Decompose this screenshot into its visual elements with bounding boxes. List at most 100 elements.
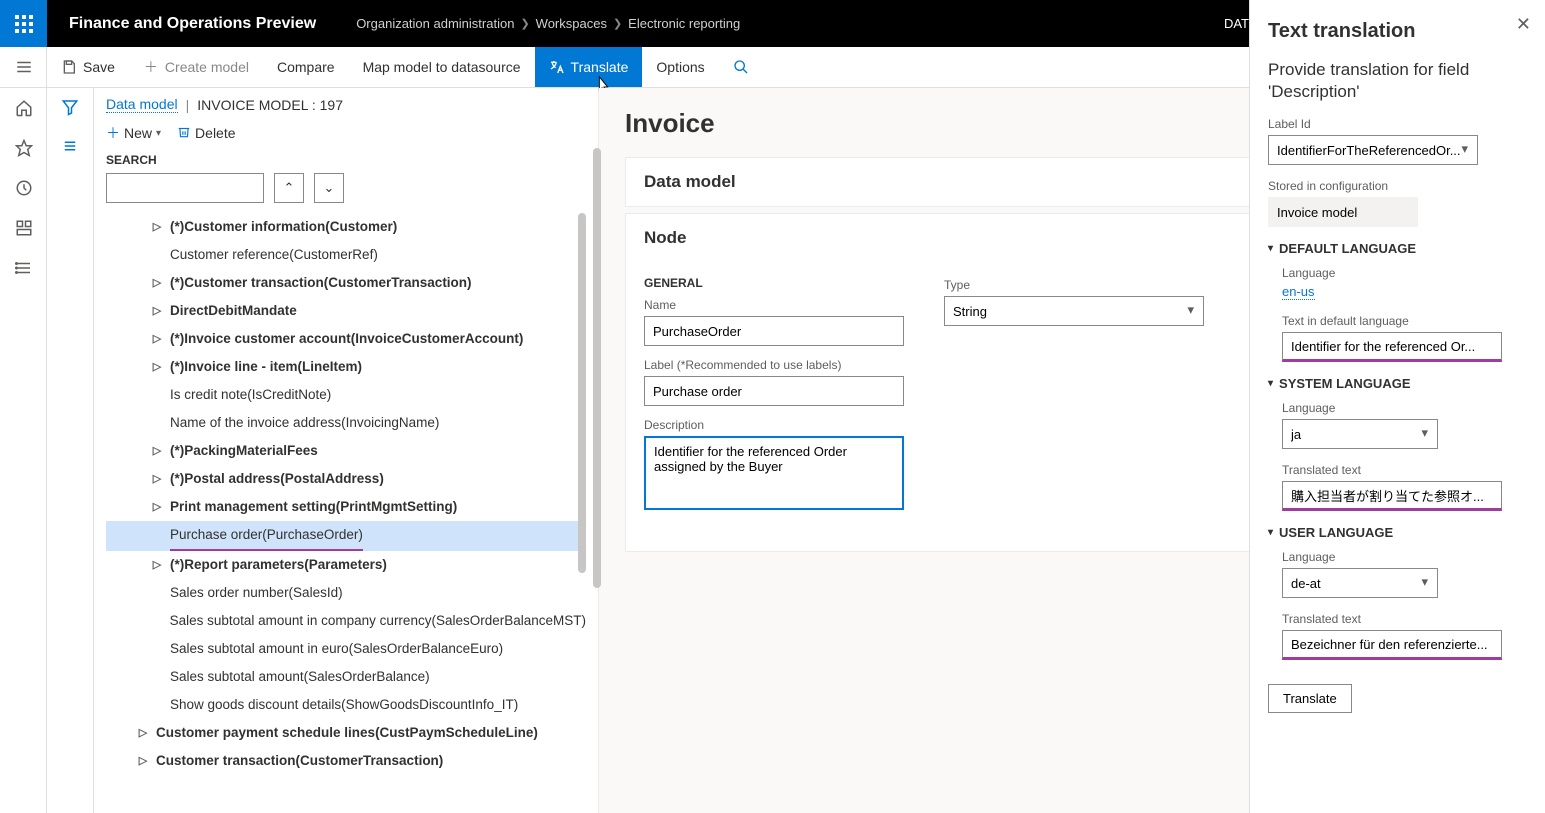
expand-icon[interactable]: ▷ [150, 213, 164, 241]
tree-row[interactable]: ▷(*)PackingMaterialFees [106, 437, 586, 465]
translation-subtitle: Provide translation for field 'Descripti… [1268, 59, 1527, 103]
app-launcher[interactable] [0, 0, 47, 47]
expand-icon[interactable]: ▷ [150, 297, 164, 325]
tree-row-label: Sales order number(SalesId) [170, 579, 343, 607]
tree-row-label: (*)Customer transaction(CustomerTransact… [170, 269, 472, 297]
tree-row[interactable]: ▷(*)Customer transaction(CustomerTransac… [106, 269, 586, 297]
model-title: INVOICE MODEL : 197 [197, 97, 343, 113]
translation-panel: ✕ Text translation Provide translation f… [1249, 0, 1545, 813]
description-label: Description [644, 418, 904, 432]
related-icon[interactable] [61, 137, 79, 158]
tree-row[interactable]: Name of the invoice address(InvoicingNam… [106, 409, 586, 437]
expand-icon[interactable]: ▷ [136, 719, 150, 747]
type-select[interactable]: String [944, 296, 1204, 326]
tree-row[interactable]: ▷Print management setting(PrintMgmtSetti… [106, 493, 586, 521]
scrollbar-thumb[interactable] [593, 148, 601, 588]
crumb-3[interactable]: Electronic reporting [628, 16, 740, 31]
expand-icon[interactable]: ▷ [150, 437, 164, 465]
tree-row[interactable]: ▷(*)Invoice line - item(LineItem) [106, 353, 586, 381]
expand-icon[interactable]: ▷ [136, 747, 150, 775]
favorites-icon[interactable] [0, 128, 47, 168]
expand-icon[interactable]: ▷ [150, 493, 164, 521]
tree-row-label: Sales subtotal amount in company currenc… [170, 607, 586, 635]
tree-row[interactable]: Purchase order(PurchaseOrder) [106, 521, 586, 551]
data-model-link[interactable]: Data model [106, 96, 178, 113]
user-language-heading[interactable]: USER LANGUAGE [1268, 525, 1527, 540]
stored-in-label: Stored in configuration [1268, 179, 1527, 193]
default-language-heading[interactable]: DEFAULT LANGUAGE [1268, 241, 1527, 256]
name-input[interactable] [644, 316, 904, 346]
recent-icon[interactable] [0, 168, 47, 208]
hamburger-icon[interactable] [0, 47, 47, 88]
tree-row[interactable]: ▷(*)Invoice customer account(InvoiceCust… [106, 325, 586, 353]
tree-row[interactable]: ▷(*)Report parameters(Parameters) [106, 551, 586, 579]
card-title: Node [644, 228, 687, 248]
tree-row-label: Customer reference(CustomerRef) [170, 241, 378, 269]
tree-row-label: Name of the invoice address(InvoicingNam… [170, 409, 439, 437]
tree-row[interactable]: ▷DirectDebitMandate [106, 297, 586, 325]
label-id-select[interactable]: IdentifierForTheReferencedOr... [1268, 135, 1478, 165]
user-language-select[interactable]: de-at [1282, 568, 1438, 598]
translate-label: Translate [571, 59, 629, 75]
search-prev-button[interactable]: ⌃ [274, 173, 304, 203]
tree-row[interactable]: Sales order number(SalesId) [106, 579, 586, 607]
system-language-heading[interactable]: SYSTEM LANGUAGE [1268, 376, 1527, 391]
tree-toolbar: ＋ New ▾ Delete [106, 123, 586, 143]
default-language-link[interactable]: en-us [1282, 284, 1315, 300]
translate-action-button[interactable]: Translate [1268, 684, 1352, 713]
close-panel-button[interactable]: ✕ [1516, 14, 1531, 35]
tree-panel: Data model | INVOICE MODEL : 197 ＋ New ▾… [94, 88, 599, 813]
expand-icon[interactable]: ▷ [150, 465, 164, 493]
expand-icon[interactable]: ▷ [150, 353, 164, 381]
user-translated-input[interactable] [1282, 630, 1502, 660]
workspaces-icon[interactable] [0, 208, 47, 248]
save-button[interactable]: Save [47, 47, 129, 87]
chevron-down-icon: ▾ [156, 128, 161, 139]
language-label: Language [1282, 550, 1527, 564]
system-language-select[interactable]: ja [1282, 419, 1438, 449]
new-button[interactable]: ＋ New ▾ [106, 123, 161, 143]
general-column: GENERAL Name Label (*Recommended to use … [644, 276, 904, 525]
home-icon[interactable] [0, 88, 47, 128]
options-button[interactable]: Options [642, 47, 718, 87]
expand-icon[interactable]: ▷ [150, 269, 164, 297]
text-default-input[interactable] [1282, 332, 1502, 362]
tree-row[interactable]: ▷Customer payment schedule lines(CustPay… [106, 719, 586, 747]
tree-row[interactable]: Customer reference(CustomerRef) [106, 241, 586, 269]
crumb-1[interactable]: Organization administration [356, 16, 514, 31]
tree-row[interactable]: Is credit note(IsCreditNote) [106, 381, 586, 409]
tree-row-label: Purchase order(PurchaseOrder) [170, 521, 363, 551]
trash-icon [177, 125, 191, 142]
delete-button[interactable]: Delete [177, 125, 235, 142]
tree-row[interactable]: Show goods discount details(ShowGoodsDis… [106, 691, 586, 719]
tree-row[interactable]: Sales subtotal amount in euro(SalesOrder… [106, 635, 586, 663]
new-label: New [124, 125, 152, 141]
filter-icon[interactable] [61, 98, 79, 119]
create-model-button[interactable]: ＋ Create model [129, 47, 263, 87]
tree-row[interactable]: ▷Customer transaction(CustomerTransactio… [106, 747, 586, 775]
search-next-button[interactable]: ⌄ [314, 173, 344, 203]
nav-rail [0, 47, 47, 813]
compare-button[interactable]: Compare [263, 47, 349, 87]
crumb-2[interactable]: Workspaces [536, 16, 607, 31]
page-search-button[interactable] [719, 47, 763, 87]
chevron-right-icon: ❯ [613, 17, 622, 30]
tree-row[interactable]: Sales subtotal amount(SalesOrderBalance) [106, 663, 586, 691]
label-id-label: Label Id [1268, 117, 1527, 131]
search-input[interactable] [106, 173, 264, 203]
tree-row-label: (*)Report parameters(Parameters) [170, 551, 387, 579]
system-translated-input[interactable] [1282, 481, 1502, 511]
expand-icon[interactable]: ▷ [150, 551, 164, 579]
tree-row[interactable]: ▷(*)Postal address(PostalAddress) [106, 465, 586, 493]
label-input[interactable] [644, 376, 904, 406]
modules-icon[interactable] [0, 248, 47, 288]
description-textarea[interactable] [644, 436, 904, 510]
translate-button[interactable]: Translate [535, 47, 643, 87]
map-model-button[interactable]: Map model to datasource [349, 47, 535, 87]
tree-row-label: (*)Customer information(Customer) [170, 213, 397, 241]
expand-icon[interactable]: ▷ [150, 325, 164, 353]
scrollbar-thumb[interactable] [578, 213, 586, 573]
tree-row[interactable]: Sales subtotal amount in company currenc… [106, 607, 586, 635]
tree-row[interactable]: ▷(*)Customer information(Customer) [106, 213, 586, 241]
tree-view[interactable]: ▷(*)Customer information(Customer)Custom… [106, 213, 586, 813]
